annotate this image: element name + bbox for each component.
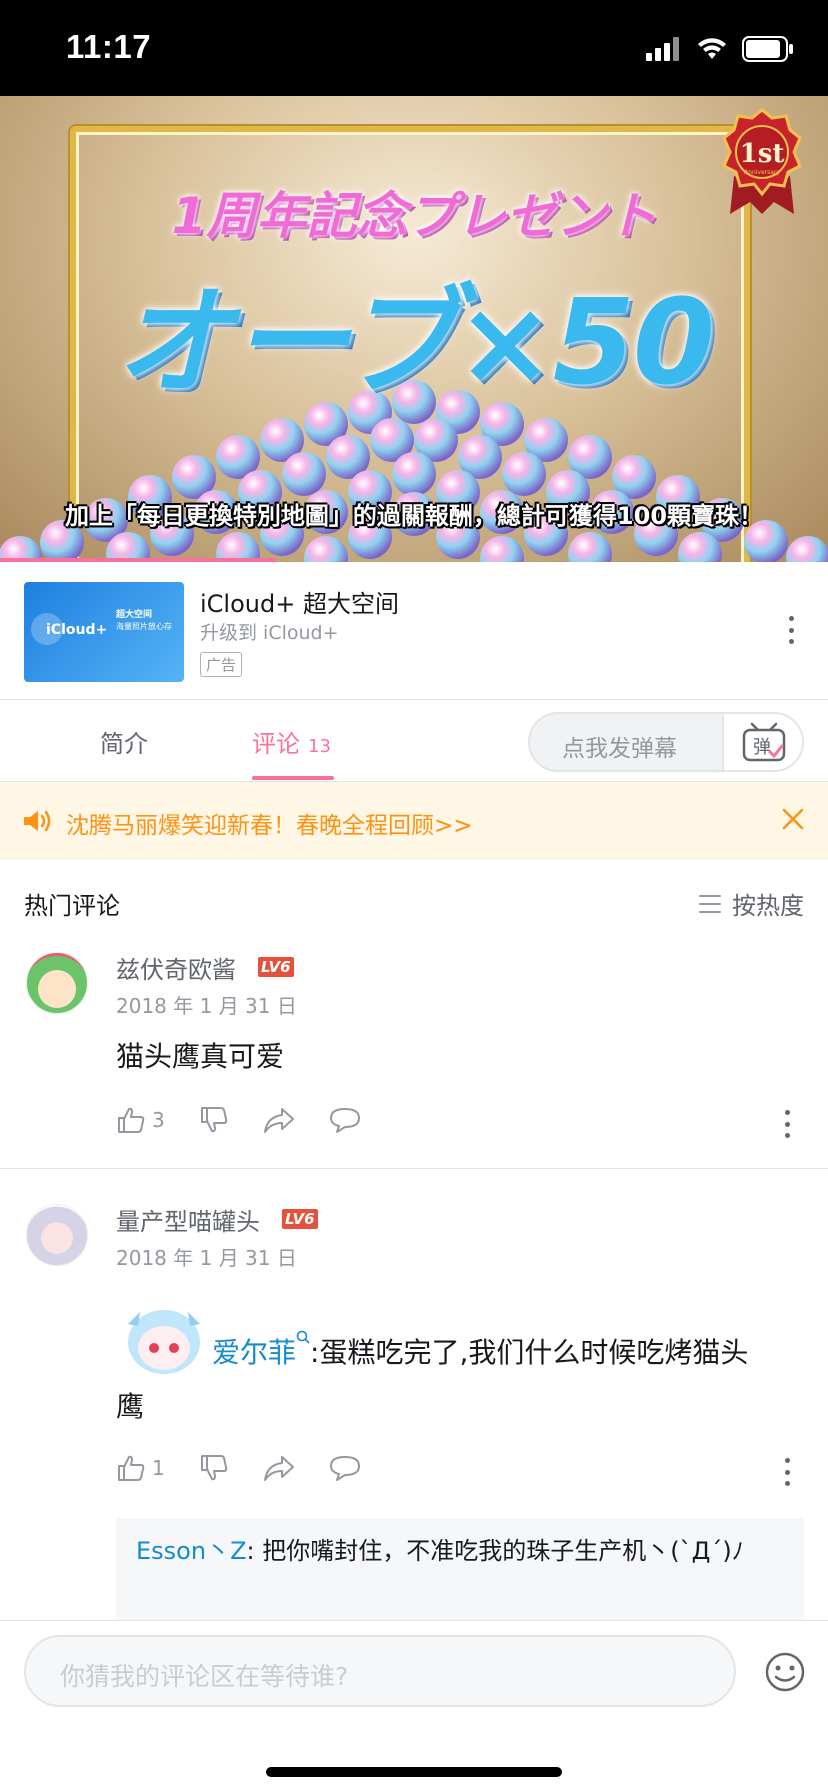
thumb-up-icon: [118, 1455, 145, 1481]
share-button[interactable]: [263, 1106, 295, 1134]
ad-more-icon[interactable]: [781, 612, 801, 648]
sort-label: 按热度: [732, 892, 804, 920]
speaker-icon: [24, 810, 51, 832]
notice-bar[interactable]: 沈腾马丽爆笑迎新春！春晚全程回顾>>: [0, 782, 828, 860]
tab-bar: 简介 评论 13 点我发弹幕 弹: [0, 700, 828, 782]
avatar[interactable]: [26, 1204, 88, 1266]
tab-comments-count: 13: [308, 736, 331, 757]
mention-link[interactable]: 爱尔菲: [212, 1336, 296, 1369]
status-bar: 11:17: [0, 0, 828, 96]
dislike-button[interactable]: [199, 1454, 229, 1482]
share-icon: [263, 1108, 294, 1133]
reply-preview[interactable]: Esson丶Z: 把你嘴封住，不准吃我的珠子生产机丶(`Д´)ﾉ: [116, 1518, 804, 1620]
status-time: 11:17: [66, 28, 152, 65]
video-headline: 1周年記念プレゼント: [171, 187, 657, 245]
video-player[interactable]: 1周年記念プレゼント オーブ×50 加上「每日更換特別地圖」的過關報酬，總計可獲…: [0, 96, 828, 562]
avatar[interactable]: [26, 952, 88, 1014]
home-indicator[interactable]: [266, 1767, 562, 1777]
ad-card[interactable]: iCloud+ 超大空间 海量照片放心存 iCloud+ 超大空间 升级到 iC…: [0, 562, 828, 700]
danmaku-tv-icon: 弹: [742, 722, 786, 762]
video-caption: 加上「每日更換特別地圖」的過關報酬，總計可獲得100顆寶珠！: [64, 502, 764, 530]
tab-comments-label: 评论: [252, 730, 300, 758]
badge-1st-text: 1st: [740, 139, 785, 169]
comment-divider: [0, 1168, 828, 1169]
comment-bubble-icon: [329, 1456, 360, 1481]
comment-actions: 1: [116, 1454, 395, 1482]
comment-input-placeholder: 你猜我的评论区在等待谁?: [60, 1662, 349, 1691]
comment-content: 爱尔菲:蛋糕吃完了,我们什么时候吃烤猫头: [212, 1326, 748, 1380]
dislike-button[interactable]: [199, 1106, 229, 1134]
search-icon: [296, 1330, 310, 1344]
reply-text: : 把你嘴封住，不准吃我的珠子生产机丶(`Д´)ﾉ: [246, 1537, 744, 1565]
like-button[interactable]: 3: [116, 1106, 165, 1134]
ad-thumb-label: iCloud+: [46, 622, 108, 638]
comment-actions: 3: [116, 1106, 395, 1134]
thumb-up-icon: [118, 1107, 145, 1133]
svg-text:弹: 弹: [753, 737, 771, 758]
ad-title[interactable]: iCloud+ 超大空间: [200, 584, 399, 619]
share-button[interactable]: [263, 1454, 295, 1482]
share-icon: [263, 1456, 294, 1481]
like-count: 1: [152, 1456, 165, 1480]
close-icon[interactable]: [780, 806, 806, 832]
comment-username[interactable]: 量产型喵罐头: [116, 1202, 260, 1237]
ad-tag: 广告: [200, 652, 243, 677]
like-count: 3: [152, 1108, 165, 1132]
like-button[interactable]: 1: [116, 1454, 165, 1482]
anniversary-badge-icon: 1st Anniversary: [722, 108, 802, 214]
comment-date: 2018 年 1 月 31 日: [116, 1246, 297, 1270]
thumb-down-icon: [200, 1107, 227, 1133]
emoji-icon[interactable]: [764, 1651, 806, 1693]
comment-username[interactable]: 兹伏奇欧酱: [116, 950, 236, 985]
status-icons: [646, 36, 794, 62]
danmaku-toggle-button[interactable]: 弹: [722, 714, 802, 770]
notice-text[interactable]: 沈腾马丽爆笑迎新春！春晚全程回顾>>: [66, 806, 473, 840]
comment-bubble-icon: [329, 1108, 360, 1133]
thumb-down-icon: [200, 1455, 227, 1481]
sort-button[interactable]: 按热度: [698, 886, 804, 921]
reply-username[interactable]: Esson丶Z: [136, 1537, 247, 1565]
comment-content-line2: 鹰: [116, 1390, 145, 1423]
sticker-image: [128, 1310, 200, 1374]
level-badge: LV6: [282, 1209, 318, 1229]
bottom-comment-bar: 你猜我的评论区在等待谁?: [0, 1620, 828, 1792]
ad-thumbnail[interactable]: iCloud+ 超大空间 海量照片放心存: [24, 582, 184, 682]
hot-comments-title: 热门评论: [24, 892, 120, 920]
ad-subtitle: 升级到 iCloud+: [200, 622, 339, 644]
danmaku-placeholder: 点我发弹幕: [562, 736, 677, 762]
comment-more-icon[interactable]: [777, 1106, 797, 1142]
level-badge: LV6: [258, 957, 294, 977]
comment-input[interactable]: 你猜我的评论区在等待谁?: [24, 1635, 736, 1707]
danmaku-input[interactable]: 点我发弹幕 弹: [528, 712, 804, 772]
comment-date: 2018 年 1 月 31 日: [116, 994, 297, 1018]
ad-thumb-side-text: 超大空间 海量照片放心存: [116, 610, 172, 631]
wifi-icon: [698, 38, 726, 59]
tab-intro[interactable]: 简介: [100, 724, 148, 759]
tab-comments[interactable]: 评论 13: [252, 724, 331, 759]
signal-icon: [646, 37, 679, 61]
comment-content: 猫头鹰真可爱: [116, 1040, 285, 1073]
reply-button[interactable]: [329, 1106, 361, 1134]
comment-more-icon[interactable]: [777, 1454, 797, 1490]
reply-button[interactable]: [329, 1454, 361, 1482]
video-orb-count: オーブ×50: [114, 273, 715, 411]
tab-active-indicator: [252, 776, 334, 780]
sort-list-icon: [699, 894, 721, 913]
badge-anniversary-text: Anniversary: [744, 169, 780, 176]
battery-icon: [742, 36, 793, 62]
